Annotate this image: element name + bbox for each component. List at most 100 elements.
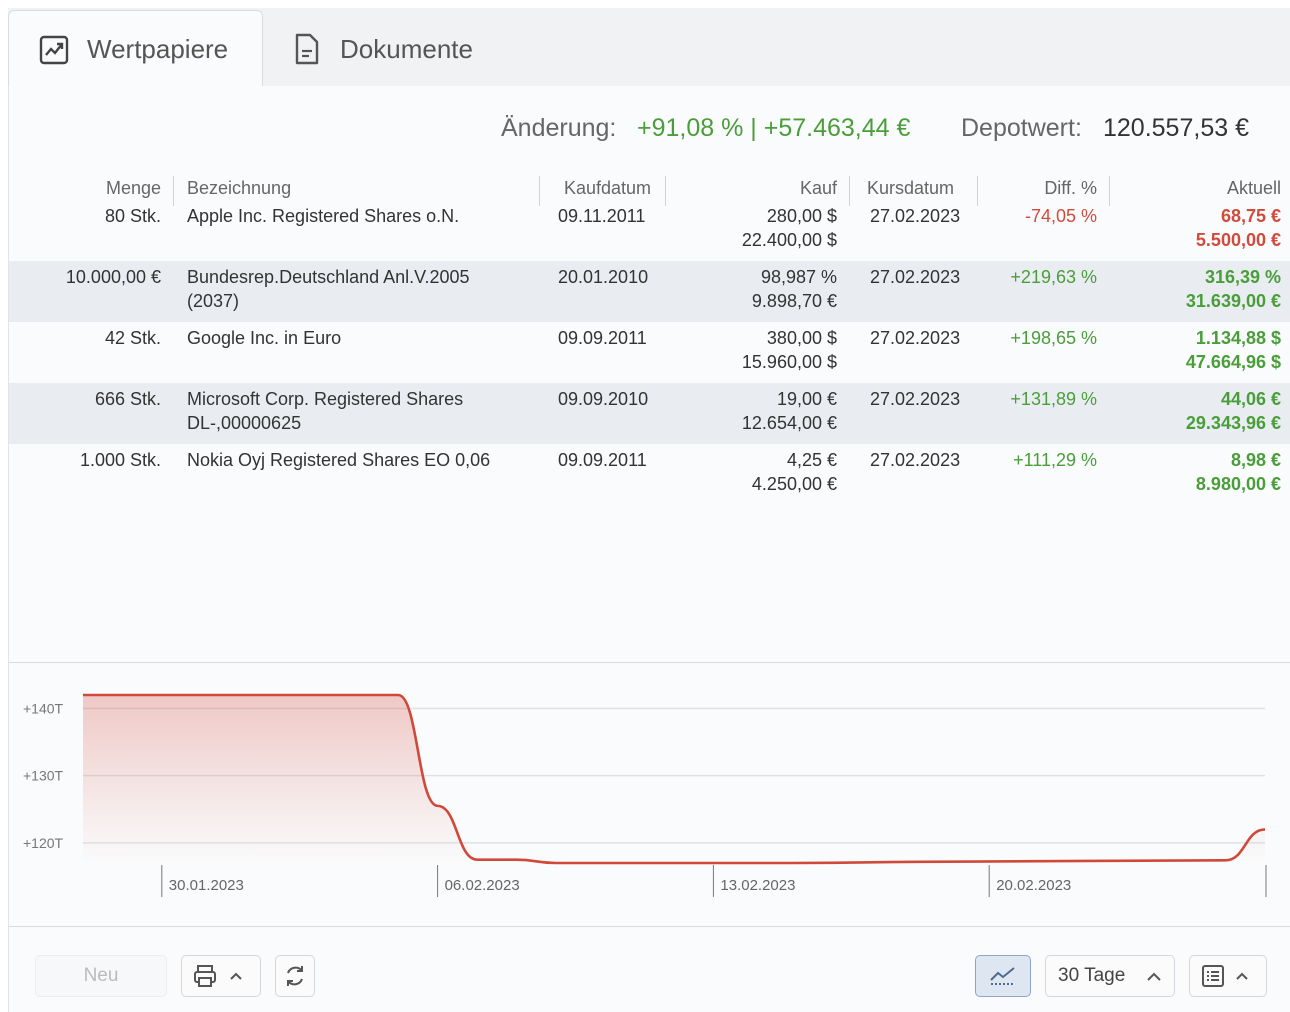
cell-kursdatum: 27.02.2023 (870, 450, 961, 470)
series-area (83, 695, 1265, 863)
change-label: Änderung: (501, 114, 617, 142)
document-icon (290, 32, 324, 66)
cell-kauf-price: 19,00 € (776, 389, 837, 409)
depot-label: Depotwert: (961, 114, 1082, 142)
cell-bezeichnung-line1: Bundesrep.Deutschland Anl.V.2005 (187, 267, 470, 287)
tab-wertpapiere[interactable]: Wertpapiere (8, 10, 263, 88)
print-button[interactable] (181, 955, 261, 997)
tab-dokumente-label: Dokumente (340, 33, 473, 64)
table-row[interactable]: 10.000,00 € Bundesrep.Deutschland Anl.V.2… (9, 261, 1290, 322)
depot-value: 120.557,53 € (1103, 114, 1249, 142)
table-row[interactable]: 666 Stk. Microsoft Corp. Registered Share… (9, 383, 1290, 444)
securities-panel: Änderung: +91,08 % | +57.463,44 € Depotw… (8, 86, 1290, 1012)
chevron-up-icon (1147, 972, 1161, 981)
chart-toggle-button[interactable] (975, 955, 1031, 997)
range-dropdown[interactable]: 30 Tage (1045, 955, 1175, 997)
tab-dokumente[interactable]: Dokumente (290, 10, 473, 88)
cell-kaufdatum: 09.09.2011 (558, 450, 647, 470)
cell-aktuell: 316,39 % 31.639,00 € (1109, 265, 1281, 313)
cell-bezeichnung: Nokia Oyj Registered Shares EO 0,06 (187, 448, 490, 472)
cell-bezeichnung: Microsoft Corp. Registered Shares DL-,000… (187, 387, 463, 435)
x-tick-label: 30.01.2023 (169, 877, 244, 894)
cell-kauf-price: 280,00 $ (766, 206, 837, 226)
cell-kaufdatum: 20.01.2010 (558, 267, 649, 287)
view-options-button[interactable] (1189, 955, 1267, 997)
printer-icon (194, 965, 242, 987)
cell-kursdatum: 27.02.2023 (870, 328, 961, 348)
cell-bezeichnung-line2: (2037) (187, 291, 240, 311)
cell-menge: 42 Stk. (104, 328, 161, 348)
portfolio-chart: +140T +130T +120T 30.01.2023 06.02.2023 13.02… (9, 662, 1290, 927)
cell-aktuell: 8,98 € 8.980,00 € (1109, 448, 1281, 496)
cell-kauf-total: 15.960,00 $ (741, 352, 837, 372)
cell-kauf-total: 9.898,70 € (751, 291, 837, 311)
range-dropdown-label: 30 Tage (1058, 965, 1126, 986)
table-row[interactable]: 80 Stk. Apple Inc. Registered Shares o.N.… (9, 200, 1290, 261)
cell-aktuell-total: 8.980,00 € (1195, 474, 1281, 494)
cell-bezeichnung-line1: Apple Inc. Registered Shares o.N. (187, 206, 460, 226)
x-tick-label: 13.02.2023 (720, 877, 795, 894)
cell-kursdatum: 27.02.2023 (870, 389, 961, 409)
cell-bezeichnung-line2: DL-,00000625 (187, 413, 302, 433)
cell-aktuell: 68,75 € 5.500,00 € (1109, 204, 1281, 252)
chart-svg: +140T +130T +120T 30.01.2023 06.02.2023 13.02… (23, 693, 1267, 897)
cell-bezeichnung-line1: Nokia Oyj Registered Shares EO 0,06 (187, 450, 491, 470)
cell-kauf-total: 22.400,00 $ (741, 230, 837, 250)
cell-aktuell-total: 29.343,96 € (1185, 413, 1281, 433)
cell-diff: -74,05 % (1024, 206, 1097, 226)
cell-diff: +111,29 % (1013, 450, 1097, 470)
cell-kauf: 380,00 $ 15.960,00 $ (665, 326, 837, 374)
cell-kauf-total: 12.654,00 € (741, 413, 837, 433)
x-tick-label: 20.02.2023 (996, 877, 1071, 894)
portfolio-summary: Änderung: +91,08 % | +57.463,44 € Depotw… (9, 114, 1290, 144)
trend-chart-icon (37, 33, 71, 67)
table-row[interactable]: 1.000 Stk. Nokia Oyj Registered Shares EO… (9, 444, 1290, 505)
cell-kauf-price: 380,00 $ (766, 328, 837, 348)
cell-kaufdatum: 09.11.2011 (558, 206, 646, 226)
cell-kauf-price: 98,987 % (760, 267, 837, 287)
cell-kauf: 19,00 € 12.654,00 € (665, 387, 837, 435)
cell-aktuell-price: 68,75 € (1220, 206, 1281, 226)
cell-menge: 80 Stk. (104, 206, 161, 226)
cell-kauf: 280,00 $ 22.400,00 $ (665, 204, 837, 252)
table-header: Menge Bezeichnung Kaufdatum Kauf Kursdat… (9, 176, 1290, 206)
cell-menge: 666 Stk. (94, 389, 161, 409)
line-chart-icon (990, 967, 1015, 985)
x-tick-label: 06.02.2023 (445, 877, 520, 894)
neu-button[interactable]: Neu (35, 955, 167, 997)
y-tick-label: +120T (23, 835, 64, 851)
cell-bezeichnung: Google Inc. in Euro (187, 326, 341, 350)
tab-wertpapiere-label: Wertpapiere (87, 34, 229, 64)
refresh-button[interactable] (275, 955, 315, 997)
cell-aktuell-price: 1.134,88 $ (1195, 328, 1281, 348)
y-tick-label: +130T (23, 768, 64, 784)
cell-bezeichnung-line1: Google Inc. in Euro (187, 328, 342, 348)
y-tick-label: +140T (23, 700, 64, 716)
cell-aktuell-price: 316,39 % (1204, 267, 1281, 287)
cell-bezeichnung-line1: Microsoft Corp. Registered Shares (187, 389, 464, 409)
cell-aktuell-total: 47.664,96 $ (1185, 352, 1281, 372)
cell-aktuell-total: 31.639,00 € (1185, 291, 1281, 311)
cell-aktuell-total: 5.500,00 € (1195, 230, 1281, 250)
cell-diff: +198,65 % (1010, 328, 1097, 348)
cell-aktuell-price: 8,98 € (1230, 450, 1281, 470)
cell-bezeichnung: Apple Inc. Registered Shares o.N. (187, 204, 459, 228)
cell-kursdatum: 27.02.2023 (870, 267, 961, 287)
cell-kauf-price: 4,25 € (786, 450, 837, 470)
bottom-toolbar: Neu 30 Tage (9, 926, 1290, 1012)
change-value: +91,08 % | +57.463,44 € (637, 114, 911, 142)
cell-diff: +131,89 % (1010, 389, 1097, 409)
neu-button-label: Neu (83, 965, 119, 986)
list-view-icon (1202, 965, 1248, 987)
cell-kauf: 98,987 % 9.898,70 € (665, 265, 837, 313)
cell-kaufdatum: 09.09.2010 (558, 389, 649, 409)
cell-menge: 1.000 Stk. (79, 450, 161, 470)
cell-aktuell: 44,06 € 29.343,96 € (1109, 387, 1281, 435)
cell-kursdatum: 27.02.2023 (870, 206, 961, 226)
cell-kaufdatum: 09.09.2011 (558, 328, 647, 348)
cell-diff: +219,63 % (1010, 267, 1097, 287)
cell-bezeichnung: Bundesrep.Deutschland Anl.V.2005 (2037) (187, 265, 470, 313)
table-row[interactable]: 42 Stk. Google Inc. in Euro 09.09.2011 380,… (9, 322, 1290, 383)
cell-menge: 10.000,00 € (65, 267, 161, 287)
cell-kauf: 4,25 € 4.250,00 € (665, 448, 837, 496)
